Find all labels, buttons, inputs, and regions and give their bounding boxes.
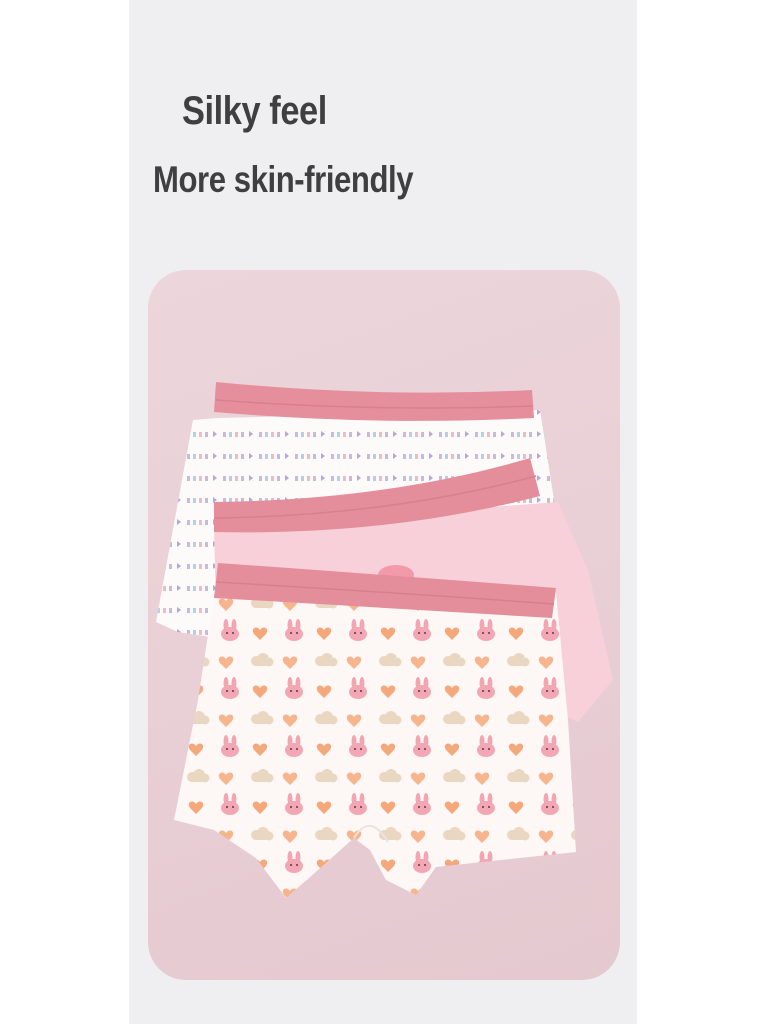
product-photo (148, 270, 620, 980)
content-panel: Silky feel More skin-friendly (129, 0, 637, 1024)
headline-silky-feel: Silky feel (182, 89, 327, 133)
product-illustration (156, 382, 613, 898)
headline-skin-friendly: More skin-friendly (153, 159, 414, 200)
